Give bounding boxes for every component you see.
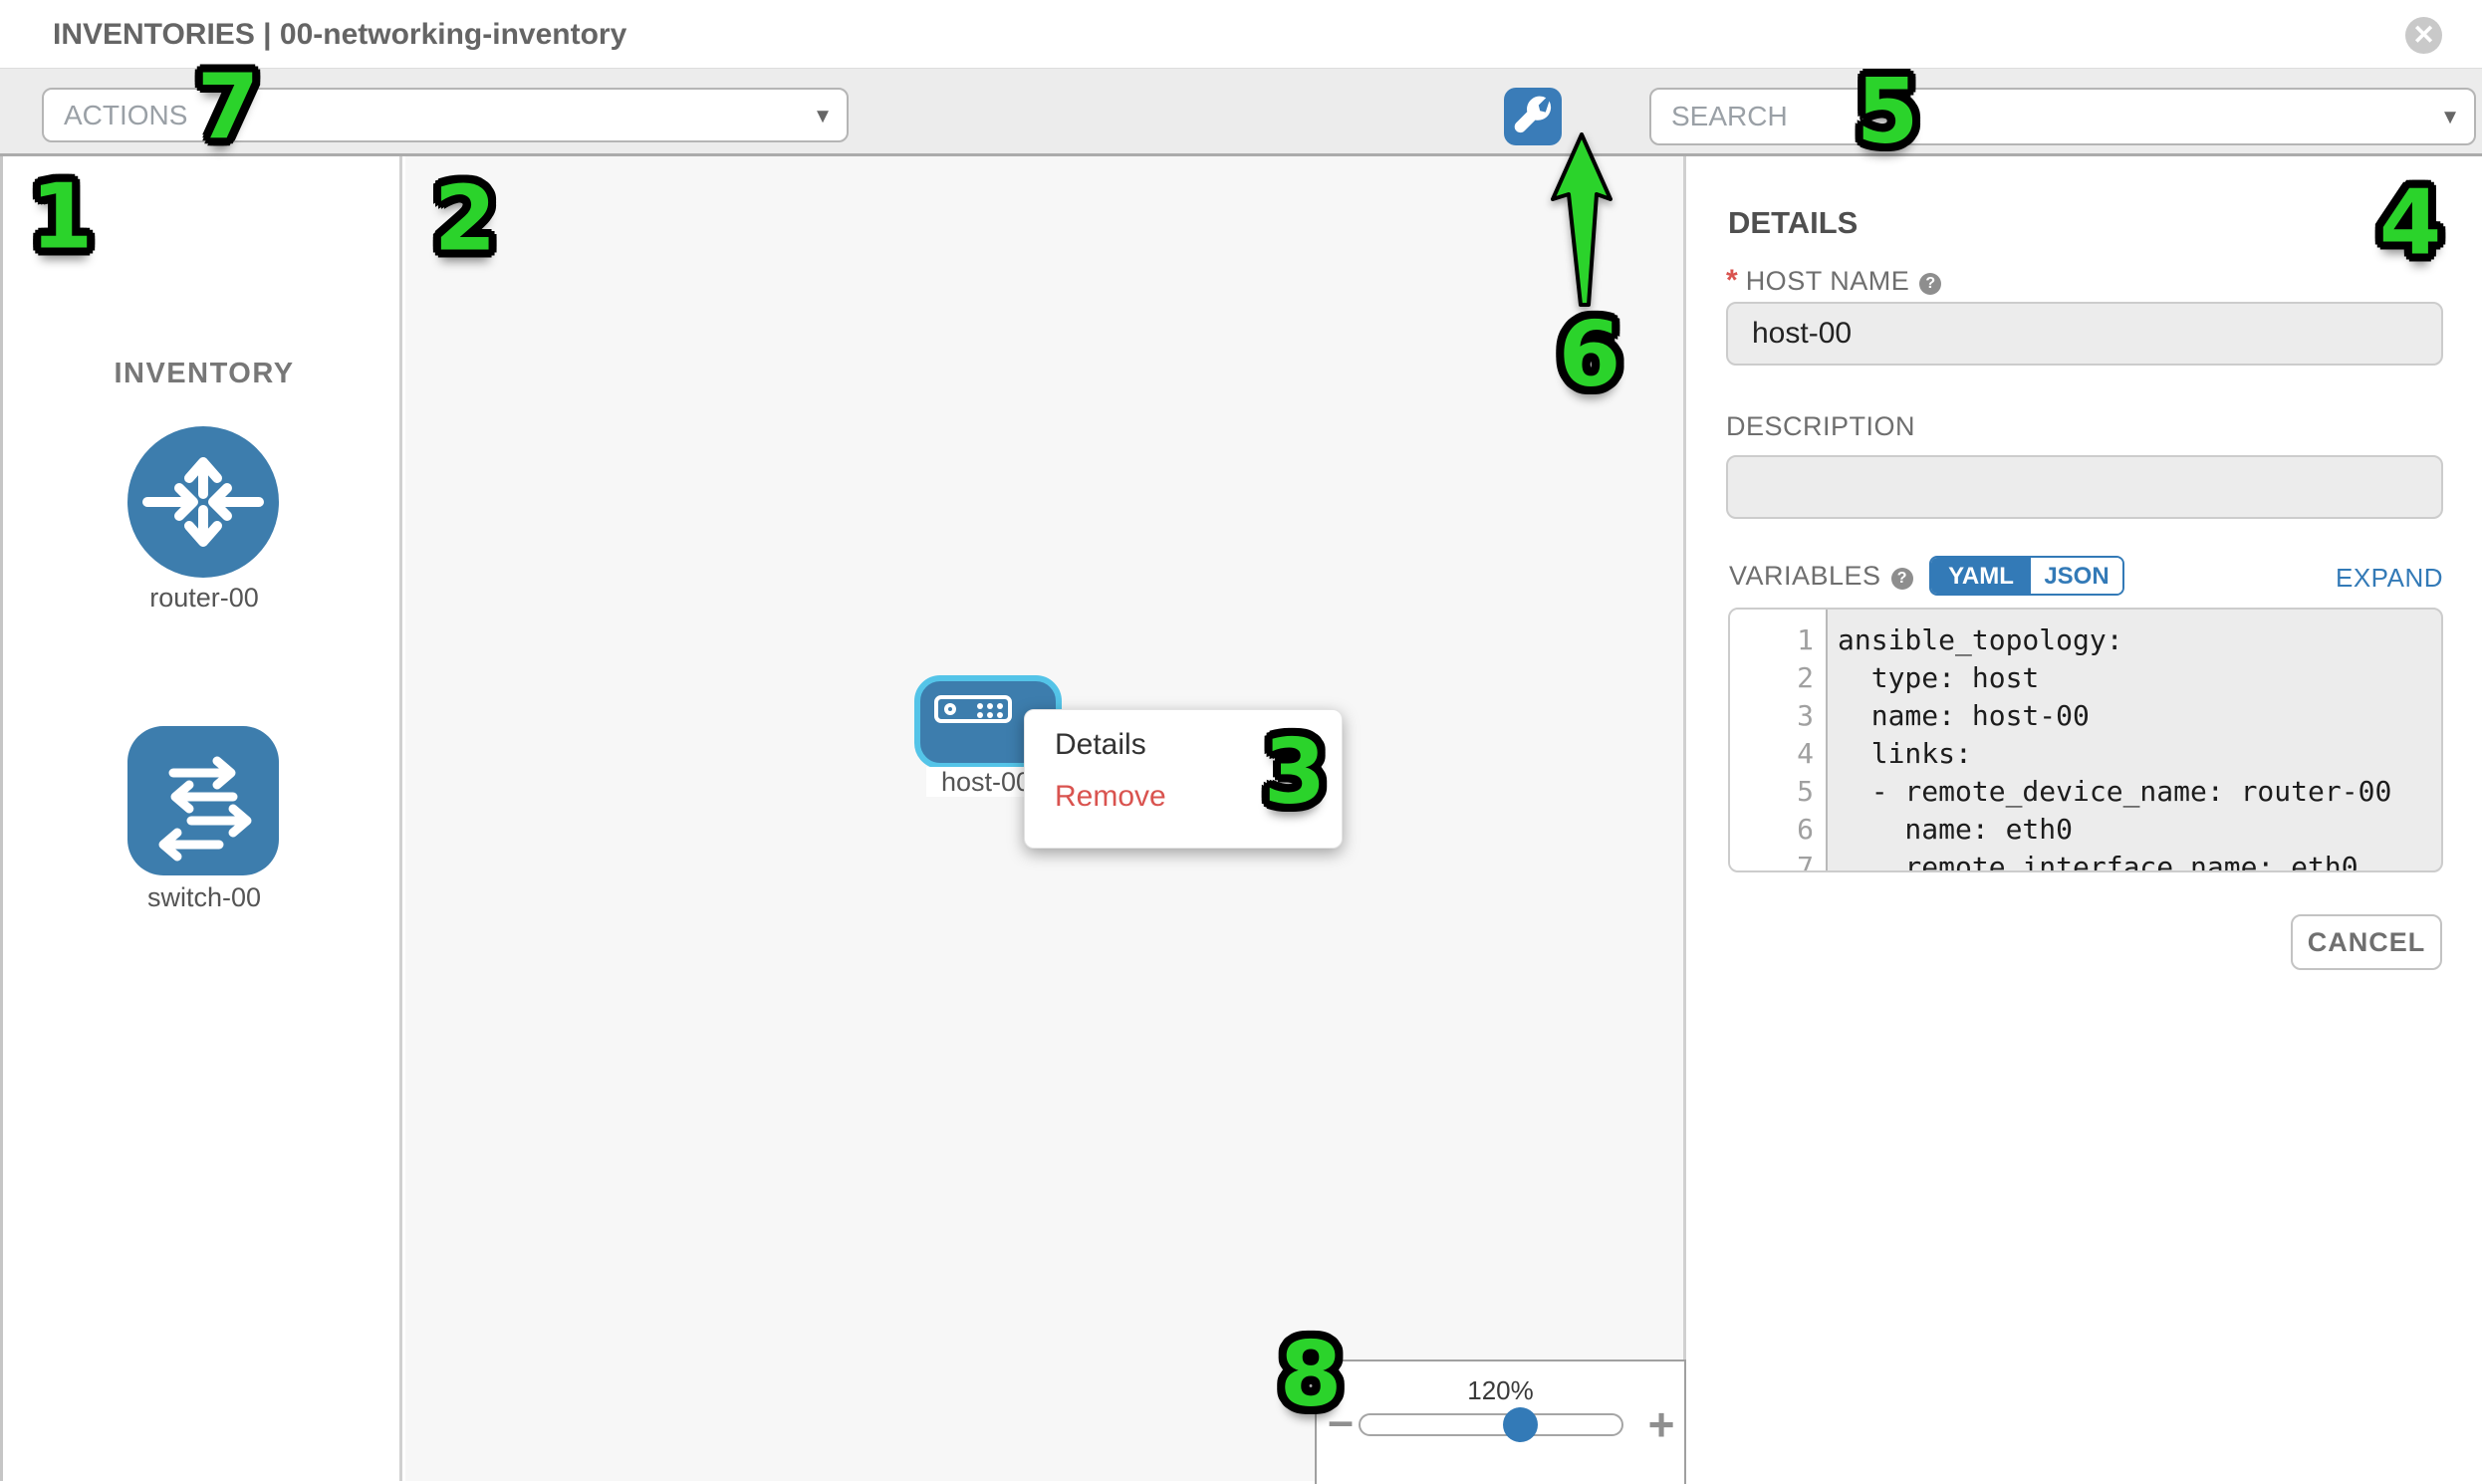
switch-icon (127, 726, 279, 875)
hostname-input[interactable] (1726, 302, 2443, 366)
zoom-slider-track[interactable] (1359, 1413, 1623, 1436)
server-icon (934, 695, 1012, 723)
router-icon (127, 426, 279, 578)
close-icon[interactable]: ✕ (2405, 17, 2442, 54)
line-number: 6 (1730, 811, 1814, 849)
code-line: type: host (1838, 659, 2039, 697)
tab-yaml[interactable]: YAML (1931, 558, 2031, 594)
details-panel-title: DETAILS (1728, 205, 1858, 241)
search-dropdown[interactable]: SEARCH ▾ (1649, 88, 2476, 145)
variables-label: VARIABLES (1729, 561, 1881, 591)
palette-item-router[interactable] (127, 426, 279, 578)
annotation-number-7: 7 (197, 56, 260, 160)
line-number: 3 (1730, 697, 1814, 735)
actions-dropdown[interactable]: ACTIONS ▾ (42, 88, 849, 142)
zoom-slider-knob[interactable] (1503, 1407, 1538, 1442)
tab-json[interactable]: JSON (2031, 558, 2122, 594)
inventory-sidebar: INVENTORY router-00 switch (0, 156, 402, 1481)
annotation-number-6: 6 (1559, 303, 1621, 407)
code-line: name: host-00 (1838, 697, 2090, 735)
chevron-down-icon: ▾ (817, 101, 829, 129)
palette-item-label: switch-00 (3, 882, 405, 913)
description-input[interactable] (1726, 455, 2443, 519)
menu-item-details[interactable]: Details (1055, 728, 1146, 762)
toolbar: ACTIONS ▾ SEARCH ▾ (0, 68, 2482, 156)
line-number: 7 (1730, 849, 1814, 872)
actions-dropdown-placeholder: ACTIONS (64, 100, 187, 131)
expand-link[interactable]: EXPAND (2247, 563, 2443, 594)
inventory-sidebar-title: INVENTORY (3, 358, 405, 390)
code-line: - remote_device_name: router-00 (1838, 773, 2391, 811)
code-line: links: (1838, 735, 1972, 773)
palette-item-label: router-00 (3, 583, 405, 614)
annotation-arrow-up (1550, 129, 1617, 311)
line-number: 1 (1730, 621, 1814, 659)
header-bar: INVENTORIES | 00-networking-inventory ✕ (0, 0, 2482, 68)
variables-format-toggle: YAML JSON (1929, 556, 2124, 596)
code-line: remote_interface_name: eth0 (1838, 849, 2358, 872)
zoom-control: 120% – + (1315, 1360, 1686, 1484)
topology-canvas[interactable]: host-00 Details Remove 120% – + (405, 156, 1686, 1481)
annotation-number-1: 1 (31, 165, 94, 270)
variables-code-editor[interactable]: 1 ansible_topology: 2 type: host 3 name: … (1728, 608, 2443, 872)
description-label: DESCRIPTION (1726, 411, 1915, 442)
zoom-level-value: 120% (1317, 1375, 1684, 1406)
line-number: 4 (1730, 735, 1814, 773)
annotation-number-4: 4 (2379, 171, 2442, 276)
server-led-dot (944, 703, 956, 715)
annotation-number-5: 5 (1857, 60, 1919, 164)
search-dropdown-placeholder: SEARCH (1671, 101, 1788, 132)
cancel-button[interactable]: CANCEL (2291, 914, 2442, 970)
annotation-number-8: 8 (1280, 1323, 1343, 1427)
line-number: 5 (1730, 773, 1814, 811)
variables-label-row: VARIABLES? (1729, 561, 1913, 592)
menu-item-remove[interactable]: Remove (1055, 780, 1166, 814)
page-title: INVENTORIES | 00-networking-inventory (53, 18, 626, 52)
code-line: name: eth0 (1838, 811, 2073, 849)
help-icon[interactable]: ? (1919, 273, 1941, 295)
chevron-down-icon: ▾ (2444, 103, 2456, 131)
hostname-field-label-row: * HOST NAME? (1726, 264, 1941, 298)
line-number: 2 (1730, 659, 1814, 697)
required-asterisk: * (1726, 264, 1738, 297)
help-icon[interactable]: ? (1891, 568, 1913, 590)
hostname-label: HOST NAME (1746, 266, 1910, 296)
zoom-in-button[interactable]: + (1641, 1397, 1681, 1451)
annotation-number-2: 2 (434, 167, 497, 272)
palette-item-switch[interactable] (127, 726, 279, 875)
code-line: ansible_topology: (1838, 621, 2123, 659)
details-panel: DETAILS * HOST NAME? DESCRIPTION VARIABLE… (1689, 156, 2482, 1481)
annotation-number-3: 3 (1264, 720, 1327, 825)
